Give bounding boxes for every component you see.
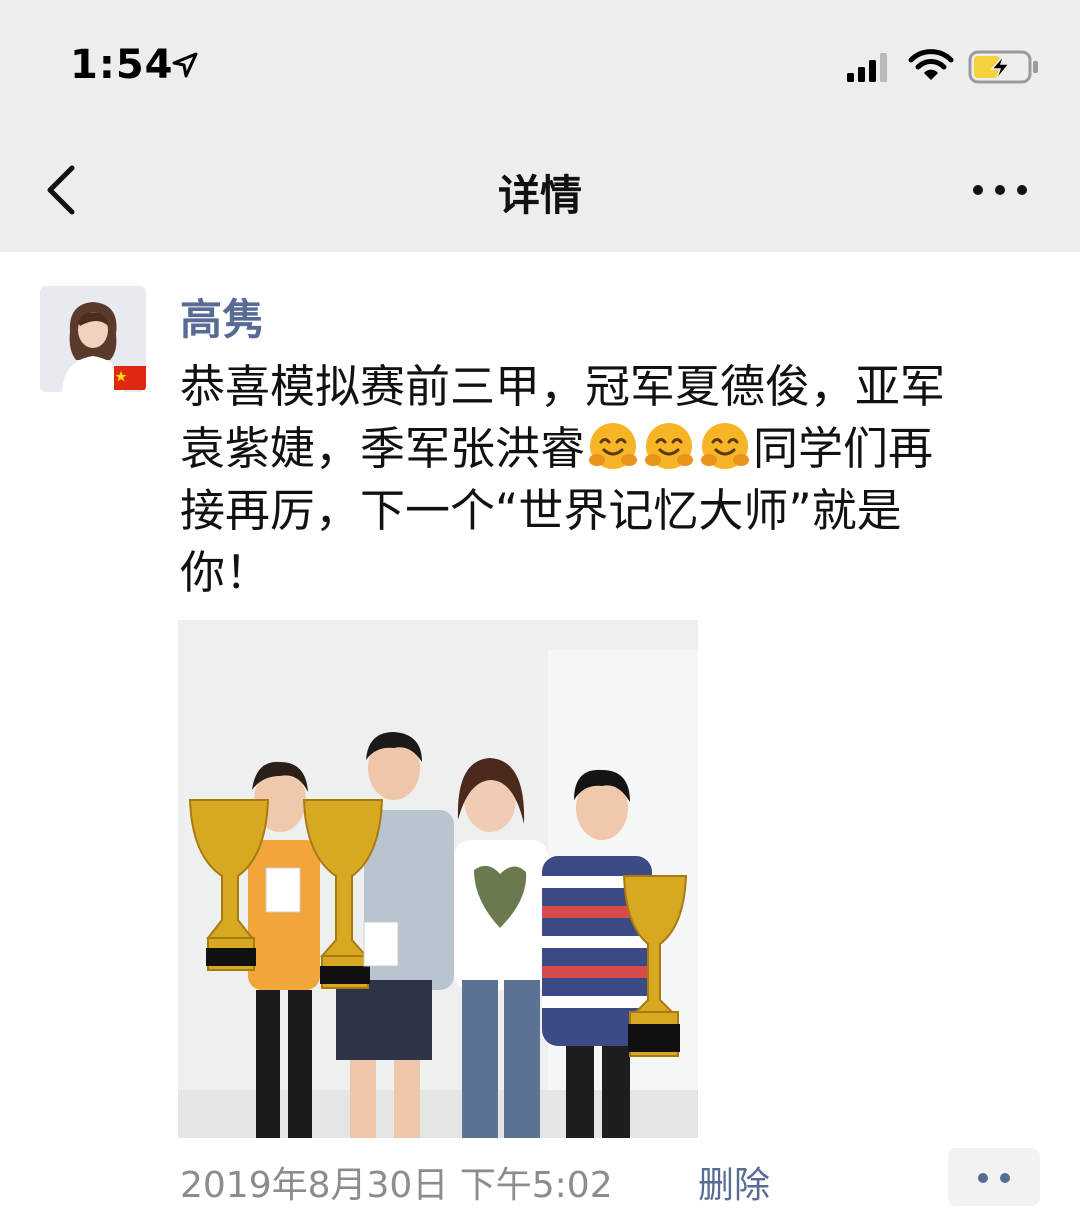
- delete-link[interactable]: 删除: [698, 1156, 770, 1208]
- post-text: 恭喜模拟赛前三甲，冠军夏德俊，亚军 袁紫婕，季军张洪睿 同学们再 接再厉，下一个“…: [180, 356, 1040, 604]
- hugging-face-icon: [589, 423, 638, 469]
- hugging-face-icon: [645, 423, 694, 469]
- battery-charging-icon: [968, 50, 1038, 84]
- page-title: 详情: [497, 171, 582, 220]
- comment-dots-icon: [978, 1173, 988, 1183]
- post-text-span: 同学们再: [753, 422, 934, 475]
- hugging-face-icon: [701, 423, 750, 469]
- post-text-line: 袁紫婕，季军张洪睿 同学们再: [180, 418, 1040, 480]
- comment-dots-icon: [1000, 1173, 1010, 1183]
- author-name[interactable]: 高隽: [180, 286, 264, 347]
- signal-icon: [847, 53, 887, 82]
- post-text-line: 恭喜模拟赛前三甲，冠军夏德俊，亚军: [180, 360, 946, 413]
- wifi-icon: [908, 49, 954, 80]
- author-avatar[interactable]: [40, 286, 146, 392]
- post-timestamp: 2019年8月30日 下午5:02: [180, 1165, 613, 1206]
- avatar-portrait-image: [40, 286, 146, 392]
- post-text-line: 你！: [180, 546, 271, 599]
- post-photo[interactable]: [178, 620, 698, 1138]
- status-time: 1:54: [70, 42, 174, 88]
- comment-button[interactable]: [948, 1148, 1040, 1206]
- post-text-line: 接再厉，下一个“世界记忆大师”就是: [180, 484, 902, 537]
- header-area: 1:54 详情: [0, 0, 1080, 252]
- post-text-span: 袁紫婕，季军张洪睿: [180, 422, 586, 475]
- group-photo-image: [178, 620, 698, 1138]
- more-dots-icon[interactable]: [970, 178, 1030, 202]
- location-arrow-icon: [172, 52, 198, 78]
